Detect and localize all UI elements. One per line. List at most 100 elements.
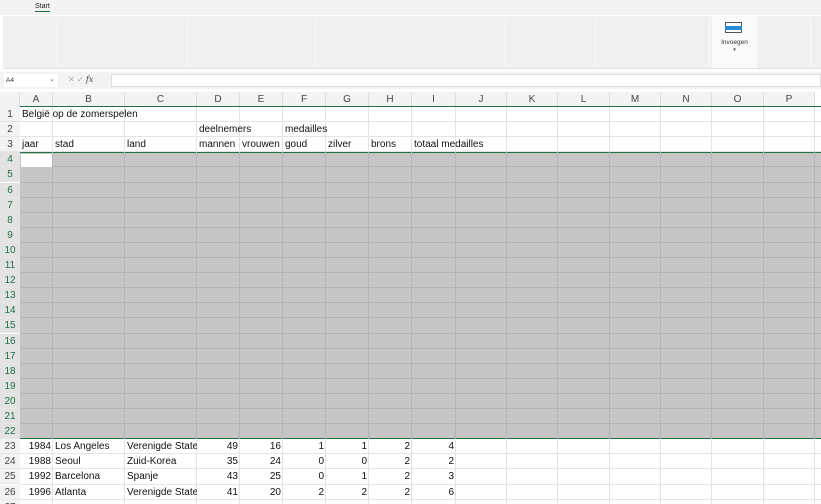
column-header-B[interactable]: B bbox=[53, 92, 125, 107]
cell[interactable]: 1996 bbox=[20, 485, 53, 500]
cell[interactable]: 0 bbox=[326, 454, 369, 469]
row-header-4[interactable]: 4 bbox=[0, 152, 20, 168]
cell[interactable]: 0 bbox=[283, 454, 326, 469]
row-header-17[interactable]: 17 bbox=[0, 348, 20, 364]
row-header-13[interactable]: 13 bbox=[0, 288, 20, 304]
cell[interactable]: 20 bbox=[240, 485, 283, 500]
fx-icon[interactable]: fx bbox=[86, 75, 93, 84]
cell[interactable]: 43 bbox=[197, 469, 240, 484]
cell[interactable]: 2 bbox=[369, 454, 412, 469]
chevron-down-icon[interactable]: ▾ bbox=[712, 47, 757, 53]
cell[interactable]: 1984 bbox=[20, 439, 53, 454]
row-header-6[interactable]: 6 bbox=[0, 182, 20, 198]
row-header-23[interactable]: 23 bbox=[0, 439, 20, 455]
column-header-P[interactable]: P bbox=[764, 92, 815, 107]
row-header-20[interactable]: 20 bbox=[0, 393, 20, 409]
cell[interactable]: 24 bbox=[240, 454, 283, 469]
row-header-2[interactable]: 2 bbox=[0, 122, 20, 138]
row-header-22[interactable]: 22 bbox=[0, 424, 20, 440]
cell[interactable]: land bbox=[125, 137, 148, 152]
cell[interactable]: 16 bbox=[240, 439, 283, 454]
cell[interactable]: zilver bbox=[326, 137, 353, 152]
cell[interactable]: vrouwen bbox=[240, 137, 283, 152]
cell[interactable]: 1 bbox=[326, 469, 369, 484]
column-header-O[interactable]: O bbox=[712, 92, 764, 107]
cell[interactable]: 1992 bbox=[20, 469, 53, 484]
cell[interactable]: goud bbox=[283, 137, 309, 152]
cell[interactable]: 25 bbox=[240, 469, 283, 484]
cell[interactable]: Verenigde Staten bbox=[125, 439, 197, 454]
cell[interactable]: 3 bbox=[412, 469, 456, 484]
insert-button[interactable]: Invoegen ▾ bbox=[712, 16, 757, 68]
row-header-7[interactable]: 7 bbox=[0, 197, 20, 213]
row-header-3[interactable]: 3 bbox=[0, 137, 20, 153]
chevron-down-icon[interactable]: ⌄ bbox=[49, 75, 55, 83]
row-header-9[interactable]: 9 bbox=[0, 227, 20, 243]
row-header-19[interactable]: 19 bbox=[0, 378, 20, 394]
row-header-15[interactable]: 15 bbox=[0, 318, 20, 334]
cancel-icon[interactable]: ✕ bbox=[68, 75, 75, 84]
row-header-18[interactable]: 18 bbox=[0, 363, 20, 379]
column-header-C[interactable]: C bbox=[125, 92, 197, 107]
cell[interactable]: België op de zomerspelen bbox=[20, 107, 140, 122]
cell[interactable]: Verenigde Staten bbox=[125, 485, 197, 500]
cell[interactable]: totaal medailles bbox=[412, 137, 485, 152]
cell[interactable]: deelnemers bbox=[197, 122, 253, 137]
active-cell[interactable] bbox=[21, 153, 52, 167]
column-header-L[interactable]: L bbox=[558, 92, 610, 107]
column-header-K[interactable]: K bbox=[507, 92, 558, 107]
row-header-27[interactable]: 27 bbox=[0, 499, 20, 504]
column-header-H[interactable]: H bbox=[369, 92, 412, 107]
cell[interactable]: 6 bbox=[412, 485, 456, 500]
cell[interactable]: 49 bbox=[197, 439, 240, 454]
row-header-25[interactable]: 25 bbox=[0, 469, 20, 485]
cell[interactable]: Barcelona bbox=[53, 469, 102, 484]
column-header-A[interactable]: A bbox=[20, 92, 53, 107]
cell[interactable]: 2 bbox=[326, 485, 369, 500]
cell[interactable]: Los Angeles bbox=[53, 439, 112, 454]
cell[interactable]: brons bbox=[369, 137, 398, 152]
column-header-M[interactable]: M bbox=[610, 92, 661, 107]
corner-select-all[interactable] bbox=[0, 92, 20, 107]
tab-start[interactable]: Start bbox=[35, 3, 50, 12]
cell[interactable]: Spanje bbox=[125, 469, 160, 484]
cell[interactable]: 41 bbox=[197, 485, 240, 500]
row-header-14[interactable]: 14 bbox=[0, 303, 20, 319]
cell[interactable]: 2 bbox=[369, 439, 412, 454]
row-header-24[interactable]: 24 bbox=[0, 454, 20, 470]
row-header-5[interactable]: 5 bbox=[0, 167, 20, 183]
spreadsheet-grid[interactable]: A B C D E F G H I J K L M N O P 1 2 3 4 5 6 7 8 9 10 11 12 13 14 15 16 1… bbox=[0, 92, 821, 504]
row-header-16[interactable]: 16 bbox=[0, 333, 20, 349]
cell[interactable]: Zuid-Korea bbox=[125, 454, 178, 469]
column-header-N[interactable]: N bbox=[661, 92, 712, 107]
cell[interactable]: 0 bbox=[283, 469, 326, 484]
row-header-21[interactable]: 21 bbox=[0, 409, 20, 425]
cell[interactable]: 1 bbox=[326, 439, 369, 454]
column-header-F[interactable]: F bbox=[283, 92, 326, 107]
cell[interactable]: medailles bbox=[283, 122, 329, 137]
row-header-10[interactable]: 10 bbox=[0, 242, 20, 258]
column-header-G[interactable]: G bbox=[326, 92, 369, 107]
cell[interactable]: 2 bbox=[369, 485, 412, 500]
formula-input[interactable] bbox=[111, 74, 821, 87]
column-header-I[interactable]: I bbox=[412, 92, 456, 107]
row-header-12[interactable]: 12 bbox=[0, 273, 20, 289]
name-box[interactable]: A4 ⌄ bbox=[4, 74, 58, 87]
row-header-26[interactable]: 26 bbox=[0, 484, 20, 500]
cell[interactable]: Seoul bbox=[53, 454, 83, 469]
cell[interactable]: 1988 bbox=[20, 454, 53, 469]
cell[interactable]: 2 bbox=[412, 454, 456, 469]
cell[interactable]: 4 bbox=[412, 439, 456, 454]
cell[interactable]: 2 bbox=[283, 485, 326, 500]
row-header-11[interactable]: 11 bbox=[0, 258, 20, 274]
confirm-icon[interactable]: ✓ bbox=[77, 75, 84, 84]
row-header-1[interactable]: 1 bbox=[0, 107, 20, 123]
column-header-J[interactable]: J bbox=[456, 92, 507, 107]
cell[interactable]: jaar bbox=[20, 137, 41, 152]
cell[interactable]: stad bbox=[53, 137, 76, 152]
column-header-D[interactable]: D bbox=[197, 92, 240, 107]
cell[interactable]: Atlanta bbox=[53, 485, 88, 500]
cell[interactable]: 35 bbox=[197, 454, 240, 469]
row-header-8[interactable]: 8 bbox=[0, 212, 20, 228]
column-header-E[interactable]: E bbox=[240, 92, 283, 107]
